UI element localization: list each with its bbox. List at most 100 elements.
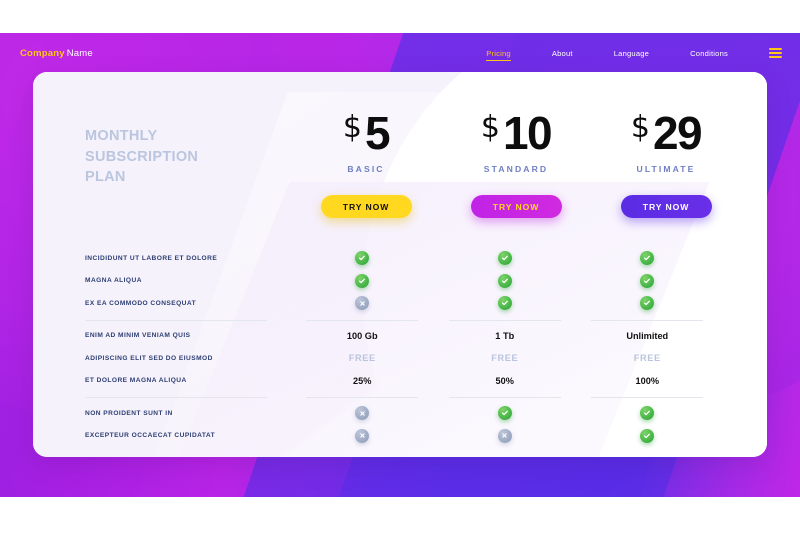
feature-cell — [576, 251, 719, 266]
feature-value: FREE — [633, 353, 661, 364]
feature-cell: 50% — [434, 376, 577, 386]
table-row: MAGNA ALIQUA — [85, 270, 719, 293]
logo-bold-text: Company — [20, 47, 65, 59]
feature-cell: 100% — [576, 376, 719, 386]
check-icon — [497, 406, 512, 421]
plan-name-ultimate: ULTIMATE — [636, 164, 696, 174]
table-row: EXCEPTEUR OCCAECAT CUPIDATAT — [85, 425, 719, 448]
plan-column-basic: $ 5 BASIC TRY NOW — [291, 110, 441, 218]
feature-label: ENIM AD MINIM VENIAM QUIS — [85, 332, 191, 340]
feature-cell — [434, 251, 577, 266]
table-row: ET DOLORE MAGNA ALIQUA 25% 50% 100% — [85, 370, 719, 393]
divider-line — [85, 319, 267, 321]
table-row: ENIM AD MINIM VENIAM QUIS 100 Gb 1 Tb Un… — [85, 325, 719, 348]
pricing-page: Company Name Pricing About Language Condi… — [0, 0, 800, 533]
company-logo[interactable]: Company Name — [20, 48, 93, 59]
page-title-line: MONTHLY — [85, 128, 158, 144]
plan-column-standard: $ 10 STANDARD TRY NOW — [441, 110, 591, 218]
logo-light-text: Name — [66, 47, 93, 59]
page-title-line: SUBSCRIPTION — [85, 148, 199, 165]
feature-cell — [434, 406, 577, 421]
feature-cell — [576, 296, 719, 311]
feature-cell — [576, 406, 719, 421]
check-icon — [640, 428, 655, 443]
feature-value: 50% — [495, 375, 514, 386]
group-divider — [85, 319, 719, 321]
try-now-button-basic[interactable]: TRY NOW — [320, 195, 412, 218]
divider-line — [448, 319, 561, 321]
table-row: EX EA COMMODO CONSEQUAT — [85, 292, 719, 315]
try-now-button-ultimate[interactable]: TRY NOW — [620, 195, 712, 218]
main-navigation: Pricing About Language Conditions — [486, 46, 769, 61]
page-title-line: PLAN — [85, 169, 126, 186]
price-amount: 10 — [502, 107, 553, 159]
price-amount: 5 — [365, 107, 391, 159]
feature-value: 100% — [635, 375, 660, 386]
table-row: ADIPISCING ELIT SED DO EIUSMOD FREE FREE… — [85, 347, 719, 370]
table-row: NON PROIDENT SUNT IN — [85, 402, 719, 425]
check-icon — [640, 406, 655, 421]
feature-label: NON PROIDENT SUNT IN — [85, 409, 173, 417]
divider-line — [591, 397, 704, 398]
plan-columns: $ 5 BASIC TRY NOW $ 10 STANDARD TRY NOW — [291, 110, 741, 218]
feature-cell: FREE — [434, 353, 577, 363]
check-icon — [355, 273, 370, 288]
divider-line — [306, 397, 419, 398]
cross-icon — [355, 406, 370, 421]
plan-name-standard: STANDARD — [483, 164, 549, 174]
feature-label: MAGNA ALIQUA — [85, 277, 142, 285]
nav-item-language[interactable]: Language — [614, 46, 649, 61]
hamburger-bar — [769, 47, 782, 50]
feature-cell — [291, 251, 434, 266]
feature-value: 25% — [353, 375, 372, 386]
nav-item-conditions[interactable]: Conditions — [690, 46, 728, 61]
divider-line — [591, 319, 704, 321]
feature-label: EX EA COMMODO CONSEQUAT — [85, 299, 197, 307]
currency-symbol: $ — [480, 110, 500, 145]
cross-icon — [355, 428, 370, 443]
feature-value: FREE — [348, 353, 376, 364]
feature-group: ENIM AD MINIM VENIAM QUIS 100 Gb 1 Tb Un… — [85, 325, 719, 393]
feature-cell — [434, 296, 577, 311]
pricing-card: MONTHLY SUBSCRIPTION PLAN $ 5 BASIC TRY … — [33, 72, 767, 457]
feature-label: EXCEPTEUR OCCAECAT CUPIDATAT — [85, 432, 216, 440]
feature-group: INCIDIDUNT UT LABORE ET DOLORE MAGNA ALI… — [85, 247, 719, 315]
currency-symbol: $ — [342, 110, 362, 145]
feature-cell: 25% — [291, 376, 434, 386]
site-header: Company Name Pricing About Language Condi… — [0, 33, 800, 73]
feature-cell — [291, 273, 434, 288]
plan-column-ultimate: $ 29 ULTIMATE TRY NOW — [591, 110, 741, 218]
feature-label: ET DOLORE MAGNA ALIQUA — [85, 377, 187, 385]
plan-price-standard: $ 10 — [480, 107, 553, 159]
feature-cell — [434, 273, 577, 288]
hamburger-bar — [769, 56, 782, 59]
cross-icon — [497, 428, 512, 443]
feature-cell — [291, 296, 434, 311]
plan-name-basic: BASIC — [347, 164, 385, 174]
feature-cell — [291, 428, 434, 443]
feature-cell: Unlimited — [576, 331, 719, 341]
feature-comparison-table: INCIDIDUNT UT LABORE ET DOLORE MAGNA ALI… — [85, 247, 719, 447]
check-icon — [497, 296, 512, 311]
price-amount: 29 — [652, 107, 703, 159]
table-row: INCIDIDUNT UT LABORE ET DOLORE — [85, 247, 719, 270]
cross-icon — [355, 296, 370, 311]
feature-cell: FREE — [576, 353, 719, 363]
feature-cell — [291, 406, 434, 421]
feature-cell: 100 Gb — [291, 331, 434, 341]
check-icon — [640, 273, 655, 288]
nav-item-pricing[interactable]: Pricing — [486, 46, 511, 61]
plan-price-ultimate: $ 29 — [631, 107, 703, 159]
try-now-button-standard[interactable]: TRY NOW — [470, 195, 562, 218]
check-icon — [497, 251, 512, 266]
nav-item-about[interactable]: About — [552, 46, 573, 61]
feature-value: 100 Gb — [346, 330, 378, 341]
check-icon — [355, 251, 370, 266]
divider-line — [448, 397, 561, 398]
hamburger-bar — [769, 52, 782, 54]
feature-cell: 1 Tb — [434, 331, 577, 341]
feature-cell — [576, 273, 719, 288]
plan-price-basic: $ 5 — [342, 107, 391, 159]
feature-cell — [434, 428, 577, 443]
hamburger-menu-icon[interactable] — [769, 47, 782, 59]
